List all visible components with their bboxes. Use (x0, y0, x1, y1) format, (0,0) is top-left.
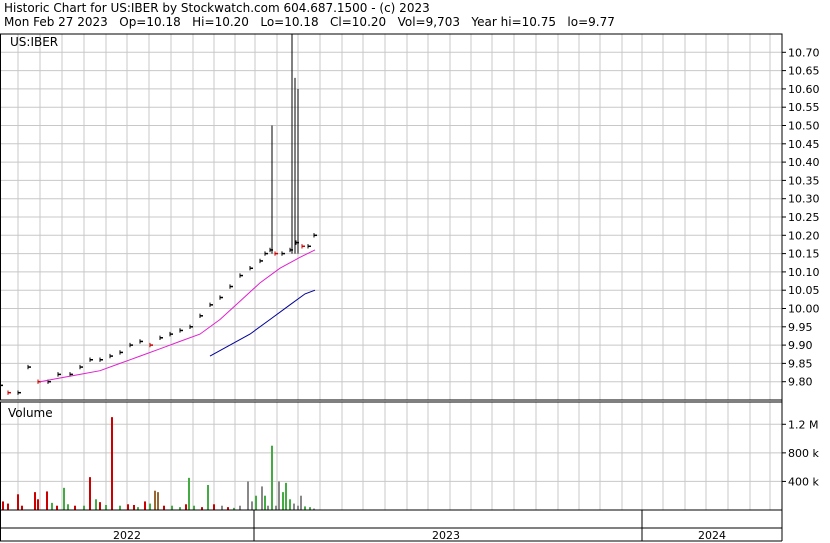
volume-bar (37, 499, 39, 510)
volume-bar (51, 502, 53, 510)
volume-bar (300, 495, 302, 510)
volume-bar (133, 505, 135, 510)
volume-bar (188, 477, 190, 510)
volume-bar (193, 505, 195, 510)
y-tick-label: 10.40 (788, 156, 820, 169)
volume-bar (56, 505, 58, 510)
y-tick-label: 9.90 (788, 339, 813, 352)
volume-bar (67, 504, 69, 510)
y-tick-label: 10.45 (788, 138, 820, 151)
y-tick-label: 10.10 (788, 266, 820, 279)
volume-bar (285, 482, 287, 510)
volume-tick-label: 400 k (788, 475, 819, 488)
volume-bar (251, 501, 253, 510)
volume-bar (278, 481, 280, 510)
volume-bar (171, 505, 173, 510)
panel-frames (0, 33, 783, 542)
volume-tick-label: 1.2 M (788, 418, 818, 431)
moving-average-long (209, 289, 316, 357)
volume-bar (119, 505, 121, 510)
volume-bar (105, 505, 107, 510)
volume-bar (34, 492, 36, 510)
y-tick-label: 9.85 (788, 357, 813, 370)
volume-bar (264, 495, 266, 510)
volume-bar (267, 505, 269, 510)
volume-bar (17, 494, 19, 510)
y-tick-label: 10.00 (788, 303, 820, 316)
y-tick-label: 10.60 (788, 83, 820, 96)
volume-grid (0, 402, 782, 510)
volume-bar (7, 503, 9, 510)
axis-labels: 10.70 10.65 10.60 10.55 10.50 10.45 10.40 10.35… (113, 46, 820, 542)
historic-chart: 10.70 10.65 10.60 10.55 10.50 10.45 10.40 10.35… (0, 33, 820, 542)
volume-bar (46, 491, 48, 510)
volume-bar (221, 505, 223, 510)
volume-marks (2, 417, 315, 510)
y-tick-label: 10.30 (788, 193, 820, 206)
volume-bar (149, 503, 151, 510)
volume-bar (111, 417, 113, 510)
moving-average-short (39, 249, 316, 383)
y-tick-label: 9.80 (788, 376, 813, 389)
volume-tick-label: 800 k (788, 447, 819, 460)
volume-bar (275, 505, 277, 510)
volume-bar (255, 495, 257, 510)
volume-bar (163, 505, 165, 510)
volume-bar (304, 506, 306, 510)
y-tick-label: 10.35 (788, 174, 820, 187)
volume-bar (289, 499, 291, 510)
volume-bar (127, 504, 129, 510)
price-panel-symbol: US:IBER (10, 35, 58, 49)
y-tick-label: 10.25 (788, 211, 820, 224)
y-tick-label: 10.70 (788, 46, 820, 59)
volume-bar (282, 492, 284, 510)
volume-bar (144, 501, 146, 510)
volume-bar (213, 504, 215, 510)
y-tick-label: 10.20 (788, 229, 820, 242)
y-tick-label: 10.05 (788, 284, 820, 297)
volume-bar (239, 505, 241, 510)
volume-bar (89, 477, 91, 510)
price-grid (0, 34, 782, 400)
volume-bar (95, 499, 97, 510)
volume-bar (271, 445, 273, 510)
y-tick-label: 9.95 (788, 321, 813, 334)
x-axis-year-label: 2023 (432, 529, 460, 542)
volume-bar (63, 487, 65, 510)
volume-bar (2, 501, 4, 510)
volume-bar (207, 485, 209, 510)
price-marks (0, 34, 317, 395)
volume-bar (261, 486, 263, 510)
y-tick-label: 10.65 (788, 65, 820, 78)
volume-panel-title: Volume (8, 406, 53, 420)
x-axis-year-label: 2024 (698, 529, 726, 542)
volume-panel-frame (0, 401, 783, 511)
y-tick-label: 10.55 (788, 101, 820, 114)
volume-bar (157, 492, 159, 510)
y-tick-label: 10.50 (788, 120, 820, 133)
volume-bar (74, 505, 76, 510)
volume-bar (154, 490, 156, 510)
volume-bar (297, 505, 299, 510)
volume-bar (185, 504, 187, 510)
volume-bar (293, 503, 295, 510)
x-axis-year-label: 2022 (113, 529, 141, 542)
y-tick-label: 10.15 (788, 248, 820, 261)
volume-bar (247, 481, 249, 510)
volume-bar (21, 505, 23, 510)
volume-bar (83, 505, 85, 510)
volume-bar (99, 502, 101, 510)
